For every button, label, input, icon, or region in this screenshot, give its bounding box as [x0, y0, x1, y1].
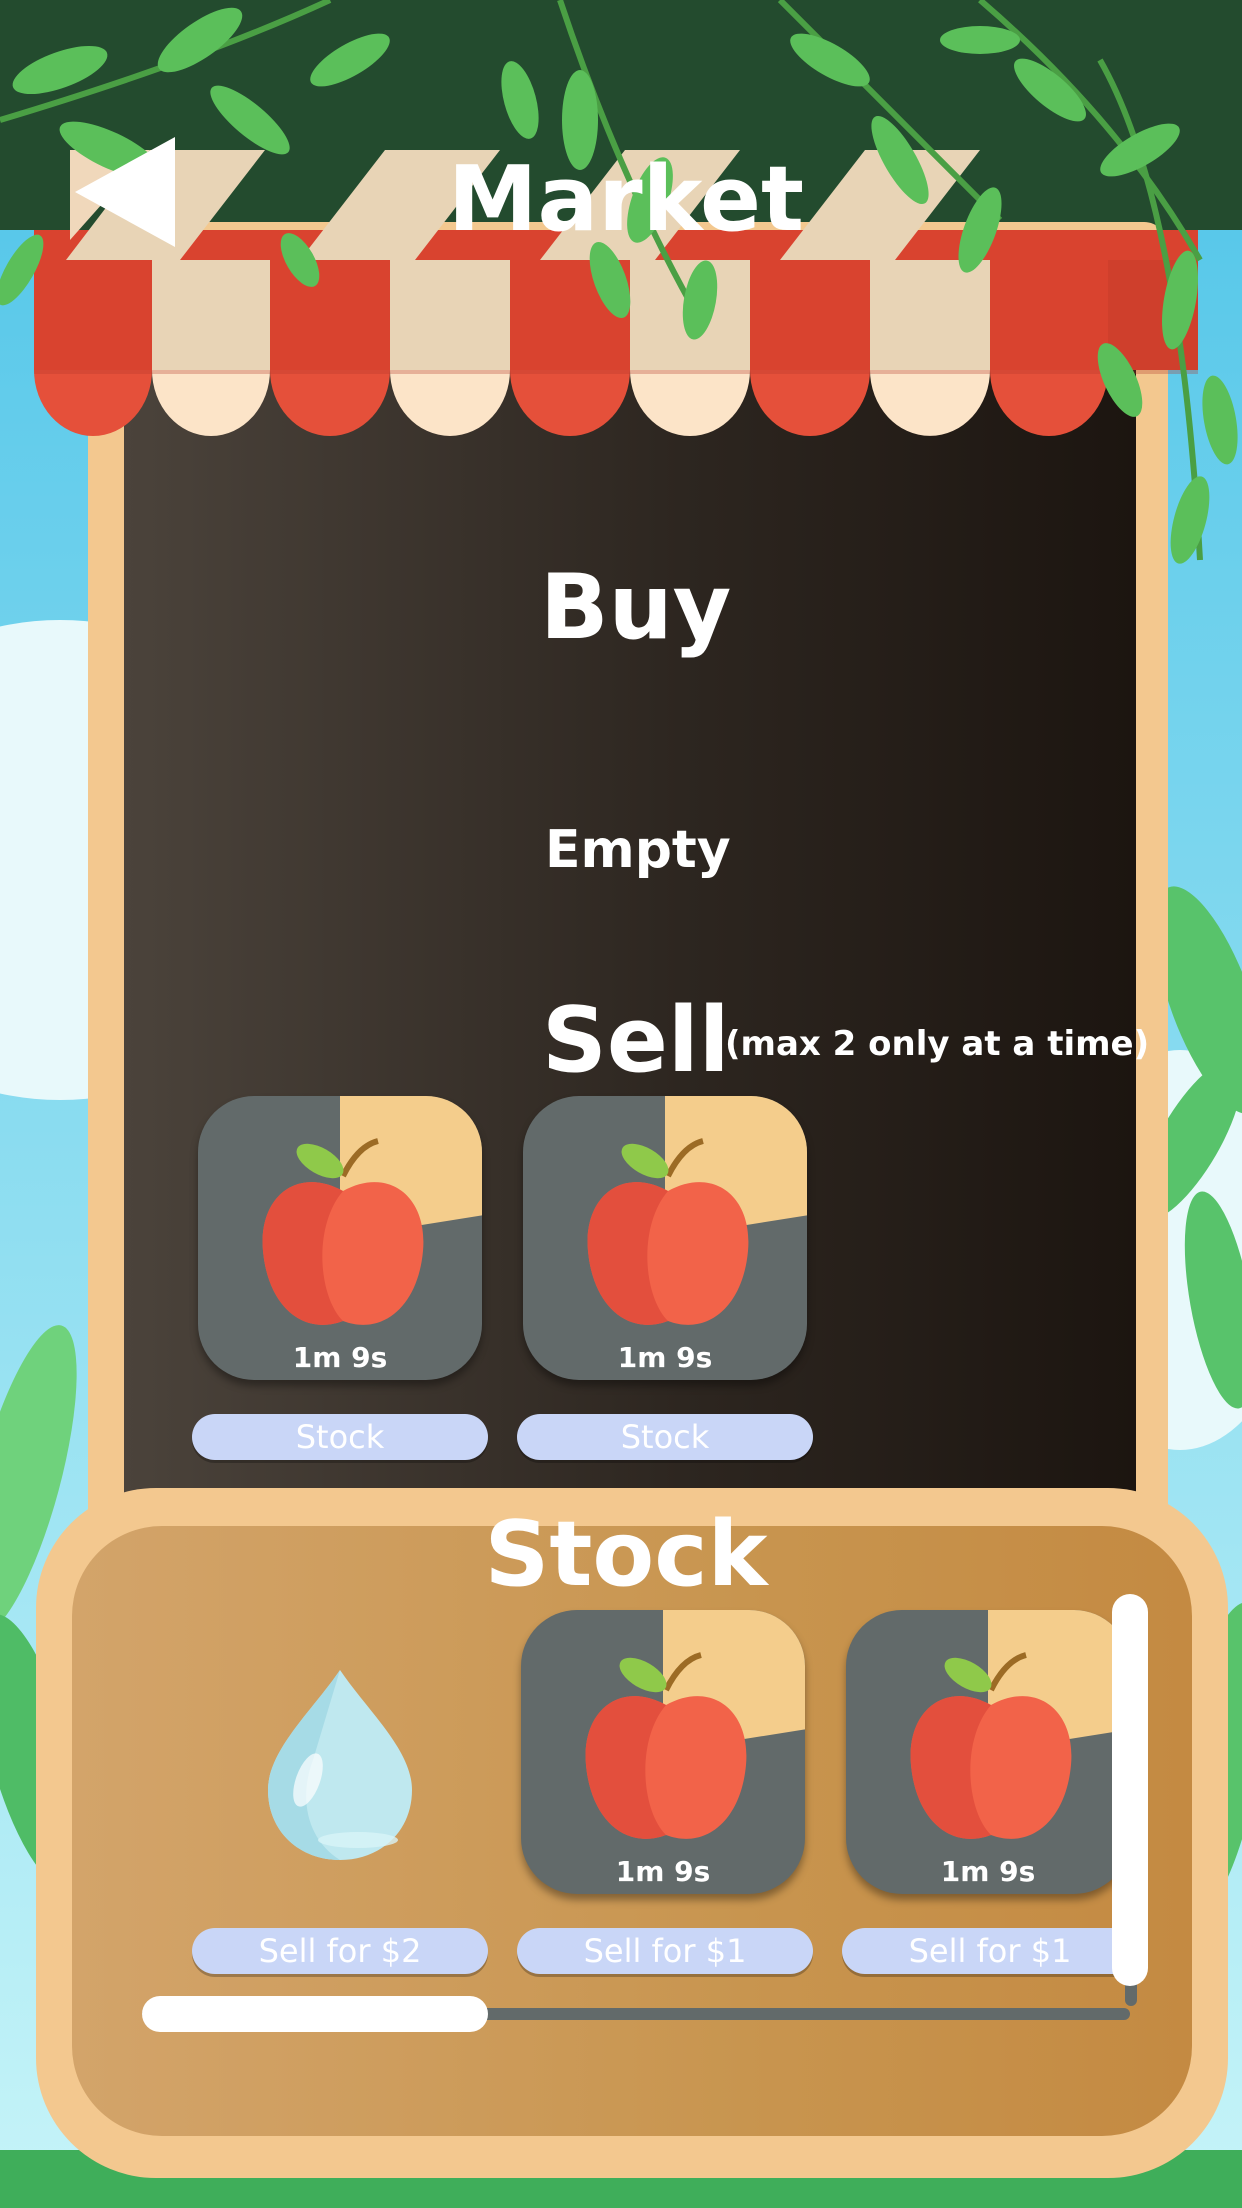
stock-heading: Stock	[484, 1502, 768, 1607]
screen-title: Market	[447, 147, 805, 252]
item-timer: 1m 9s	[615, 1855, 711, 1888]
apple-icon	[910, 1652, 1072, 1839]
item-timer: 1m 9s	[292, 1341, 388, 1374]
game-scene: Market Buy Empty Sell (max 2 only at a t…	[0, 0, 1242, 2208]
sell-button-1[interactable]: Sell for $2	[192, 1928, 488, 1974]
buy-empty-text: Empty	[545, 820, 731, 880]
vertical-scrollbar-thumb[interactable]	[1112, 1594, 1148, 1986]
sell-button-3[interactable]: Sell for $1	[842, 1928, 1138, 1974]
horizontal-scrollbar-thumb[interactable]	[142, 1996, 488, 2032]
stock-item-3[interactable]: 1m 9s	[846, 1610, 1130, 1894]
stock-item-1[interactable]	[198, 1610, 482, 1894]
apple-icon	[262, 1138, 424, 1325]
buy-heading: Buy	[540, 555, 732, 660]
apple-icon	[585, 1652, 747, 1839]
water-drop-icon	[268, 1670, 412, 1860]
item-timer: 1m 9s	[940, 1855, 1036, 1888]
sell-limit-note: (max 2 only at a time)	[725, 1024, 1150, 1064]
sell-heading: Sell	[542, 988, 730, 1093]
apple-icon	[587, 1138, 749, 1325]
stock-button-1[interactable]: Stock	[192, 1414, 488, 1460]
sell-item-2[interactable]: 1m 9s	[523, 1096, 807, 1380]
back-arrow-icon	[75, 137, 175, 247]
stock-item-2[interactable]: 1m 9s	[521, 1610, 805, 1894]
stock-button-2[interactable]: Stock	[517, 1414, 813, 1460]
item-timer: 1m 9s	[617, 1341, 713, 1374]
back-button[interactable]	[70, 132, 180, 252]
hanging-leaves	[0, 0, 1238, 564]
sell-button-2[interactable]: Sell for $1	[517, 1928, 813, 1974]
sell-item-1[interactable]: 1m 9s	[198, 1096, 482, 1380]
